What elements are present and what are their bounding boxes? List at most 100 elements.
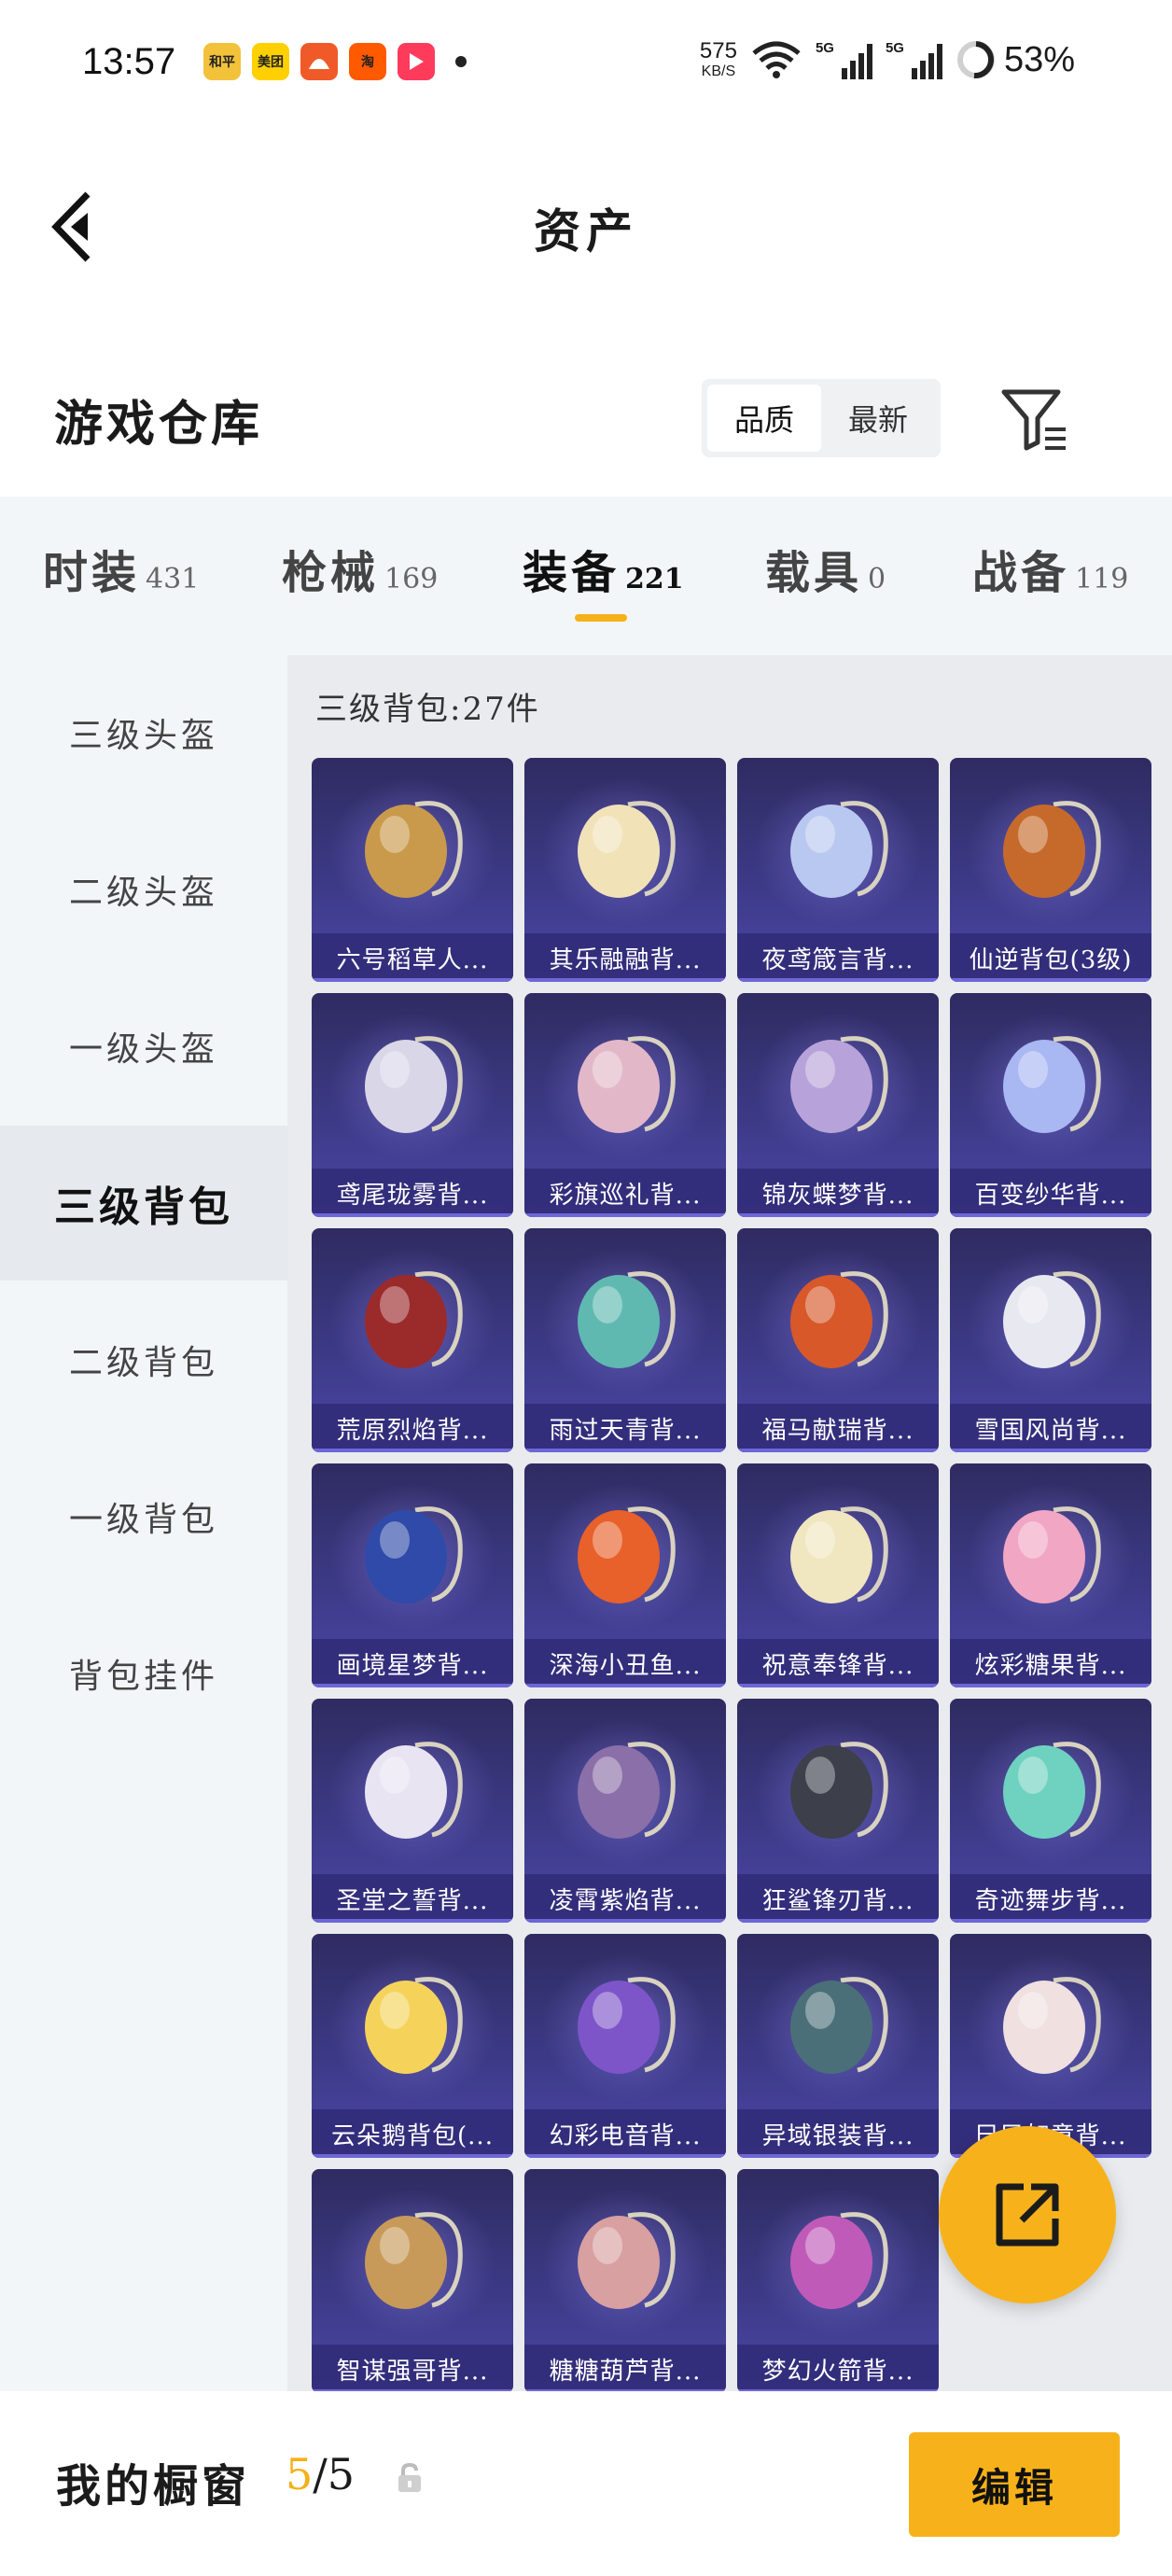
robot-app-icon	[300, 43, 338, 80]
category-tabs: 时装 431 枪械 169 装备 221 载具 0 战备 119	[0, 497, 1172, 655]
backpack-name: 圣堂之誓背...	[312, 1874, 513, 1923]
showcase-bar: 我的橱窗 5/5 编辑	[0, 2391, 1172, 2576]
backpack-name: 梦幻火箭背...	[737, 2345, 939, 2391]
backpack-name: 六号稻草人...	[312, 933, 513, 982]
card-bottom-accent	[312, 1213, 513, 1217]
backpack-name: 百变纱华背...	[950, 1169, 1151, 1217]
backpack-name: 异域银装背...	[737, 2109, 939, 2158]
card-bottom-accent	[950, 1919, 1151, 1923]
backpack-name: 智谋强哥背...	[312, 2345, 513, 2391]
iris-backpack-icon	[365, 1036, 463, 1133]
backpack-card[interactable]: 巳巳如意背...	[950, 1934, 1151, 2158]
backpack-name: 锦灰蝶梦背...	[737, 1169, 939, 1217]
penguin-backpack-icon	[1003, 1271, 1101, 1368]
filter-icon	[1001, 389, 1066, 451]
backpack-card[interactable]: 雪国风尚背...	[950, 1228, 1151, 1452]
backpack-card[interactable]: 炫彩糖果背...	[950, 1463, 1151, 1687]
backpack-name: 福马献瑞背...	[737, 1404, 939, 1452]
sidebar-item-level1-helmet[interactable]: 一级头盔	[0, 969, 287, 1124]
lotus-backpack-icon	[578, 1271, 676, 1368]
sidebar: 三级头盔 二级头盔 一级头盔 三级背包 二级背包 一级背包 背包挂件	[0, 655, 287, 2391]
status-bar: 13:57 和平 美团 淘 575 KB/S 5G 5G 53%	[0, 0, 1172, 131]
tab-fashion[interactable]: 时装 431	[43, 536, 199, 601]
showcase-count: 5/5	[286, 2449, 355, 2499]
backpack-card[interactable]: 凌霄紫焰背...	[524, 1699, 726, 1923]
backpack-card[interactable]: 云朵鹅背包(...	[312, 1934, 513, 2158]
backpack-card[interactable]: 深海小丑鱼...	[524, 1463, 726, 1687]
signal-5g-icon-2: 5G	[886, 40, 942, 79]
battery-percent: 53%	[1003, 39, 1075, 79]
tab-vehicles[interactable]: 载具 0	[765, 536, 886, 601]
external-link-icon	[996, 2183, 1059, 2247]
backpack-card[interactable]: 糖糖葫芦背...	[524, 2169, 726, 2391]
horse-backpack-icon	[790, 1271, 888, 1368]
backpack-name: 鸢尾珑雾背...	[312, 1169, 513, 1217]
backpack-card[interactable]: 彩旗巡礼背...	[524, 993, 726, 1217]
backpack-card[interactable]: 幻彩电音背...	[524, 1934, 726, 2158]
sidebar-item-level1-backpack[interactable]: 一级背包	[0, 1439, 287, 1594]
backpack-name: 幻彩电音背...	[524, 2109, 726, 2158]
backpack-card[interactable]: 异域银装背...	[737, 1934, 939, 2158]
backpack-card[interactable]: 智谋强哥背...	[312, 2169, 513, 2391]
sidebar-item-level2-backpack[interactable]: 二级背包	[0, 1282, 287, 1437]
scarecrow-backpack-icon	[365, 801, 463, 898]
sidebar-item-level2-helmet[interactable]: 二级头盔	[0, 812, 287, 967]
donut-backpack-icon	[1003, 1506, 1101, 1603]
nav-bar: 资产	[0, 131, 1172, 317]
backpack-card[interactable]: 雨过天青背...	[524, 1228, 726, 1452]
backpack-card[interactable]: 其乐融融背...	[524, 758, 726, 982]
phoenix-backpack-icon	[1003, 801, 1101, 898]
video-app-icon	[398, 43, 435, 80]
sort-latest-button[interactable]: 最新	[821, 385, 935, 452]
wings-backpack-icon	[365, 1742, 463, 1839]
backpack-card[interactable]: 百变纱华背...	[950, 993, 1151, 1217]
backpack-card[interactable]: 梦幻火箭背...	[737, 2169, 939, 2391]
backpack-name: 凌霄紫焰背...	[524, 1874, 726, 1923]
backpack-card[interactable]: 圣堂之誓背...	[312, 1699, 513, 1923]
tab-equipment[interactable]: 装备 221	[523, 536, 684, 601]
jellyfish-backpack-icon	[790, 801, 888, 898]
tab-combat-supplies[interactable]: 战备 119	[972, 536, 1128, 601]
game-app-icon: 和平	[203, 43, 241, 80]
card-bottom-accent	[524, 1684, 726, 1687]
card-bottom-accent	[950, 978, 1151, 982]
sort-quality-button[interactable]: 品质	[707, 385, 821, 452]
share-button[interactable]	[939, 2126, 1116, 2303]
card-bottom-accent	[524, 2154, 726, 2158]
backpack-card[interactable]: 鸢尾珑雾背...	[312, 993, 513, 1217]
sidebar-item-level3-backpack[interactable]: 三级背包	[0, 1126, 287, 1281]
sidebar-item-backpack-charm[interactable]: 背包挂件	[0, 1596, 287, 1751]
backpack-card[interactable]: 奇迹舞步背...	[950, 1699, 1151, 1923]
card-bottom-accent	[312, 1919, 513, 1923]
sidebar-item-level3-helmet[interactable]: 三级头盔	[0, 655, 287, 810]
tab-firearms[interactable]: 枪械 169	[282, 536, 438, 601]
shark-backpack-icon	[790, 1742, 888, 1839]
speaker-backpack-icon	[578, 1977, 676, 2074]
backpack-card[interactable]: 六号稻草人...	[312, 758, 513, 982]
filter-button[interactable]	[998, 383, 1069, 457]
card-bottom-accent	[950, 1449, 1151, 1452]
backpack-name: 祝意奉锋背...	[737, 1639, 939, 1687]
cake-backpack-icon	[790, 1506, 888, 1603]
section-title: 游戏仓库	[54, 396, 264, 453]
item-count-label: 三级背包:27件	[315, 691, 540, 728]
backpack-name: 狂鲨锋刃背...	[737, 1874, 939, 1923]
backpack-card[interactable]: 荒原烈焰背...	[312, 1228, 513, 1452]
backpack-name: 画境星梦背...	[312, 1639, 513, 1687]
wifi-icon	[752, 41, 801, 78]
battery: 53%	[956, 39, 1075, 80]
backpack-card[interactable]: 福马献瑞背...	[737, 1228, 939, 1452]
backpack-card[interactable]: 画境星梦背...	[312, 1463, 513, 1687]
backpack-card[interactable]: 夜鸢箴言背...	[737, 758, 939, 982]
network-speed-value: 575	[699, 38, 737, 63]
backpack-name: 夜鸢箴言背...	[737, 933, 939, 982]
page-title: 资产	[534, 203, 638, 259]
backpack-card[interactable]: 锦灰蝶梦背...	[737, 993, 939, 1217]
edit-button[interactable]: 编辑	[909, 2432, 1120, 2537]
swan-backpack-icon	[1003, 1742, 1101, 1839]
backpack-card[interactable]: 祝意奉锋背...	[737, 1463, 939, 1687]
backpack-card[interactable]: 仙逆背包(3级)	[950, 758, 1151, 982]
backpack-card[interactable]: 狂鲨锋刃背...	[737, 1699, 939, 1923]
showcase-title: 我的橱窗	[56, 2460, 251, 2513]
star-frame-backpack-icon	[365, 1506, 463, 1603]
